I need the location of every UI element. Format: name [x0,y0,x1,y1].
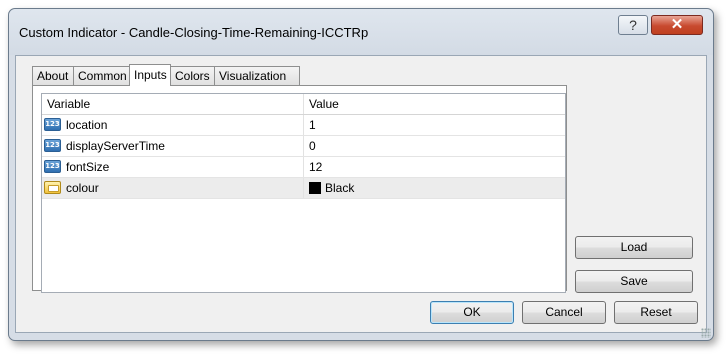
value-cell[interactable]: Black [304,178,565,198]
variable-value: 12 [309,160,323,174]
table-row[interactable]: colour Black [42,178,565,199]
column-header-variable[interactable]: Variable [42,94,304,114]
value-cell[interactable]: 0 [304,136,565,156]
color-swatch [309,182,321,194]
inputs-grid: Variable Value 123 location 1 123 displa… [41,93,566,293]
variable-cell: 123 fontSize [42,157,304,177]
variable-cell: 123 displayServerTime [42,136,304,156]
table-row[interactable]: 123 location 1 [42,115,565,136]
window-title: Custom Indicator - Candle-Closing-Time-R… [19,25,369,40]
variable-value: 1 [309,118,316,132]
variable-name: fontSize [66,160,110,174]
save-button[interactable]: Save [575,270,693,293]
tab-about[interactable]: About [32,66,74,85]
dialog-body: About Common Inputs Colors Visualization… [15,55,707,333]
variable-name: location [66,118,108,132]
variable-name: displayServerTime [66,139,165,153]
inputs-panel: Variable Value 123 location 1 123 displa… [32,85,567,293]
integer-type-icon: 123 [44,160,61,173]
resize-grip[interactable] [701,328,711,338]
color-type-icon [44,181,61,194]
table-row[interactable]: 123 fontSize 12 [42,157,565,178]
integer-type-icon: 123 [44,118,61,131]
title-bar[interactable]: Custom Indicator - Candle-Closing-Time-R… [9,9,713,55]
column-header-value[interactable]: Value [304,94,565,114]
help-button[interactable]: ? [618,15,648,35]
variable-cell: colour [42,178,304,198]
dialog-window: Custom Indicator - Candle-Closing-Time-R… [8,8,714,341]
help-icon: ? [629,17,637,33]
cancel-button[interactable]: Cancel [522,301,606,324]
variable-cell: 123 location [42,115,304,135]
value-cell[interactable]: 1 [304,115,565,135]
integer-type-icon: 123 [44,139,61,152]
variable-value: Black [325,181,355,195]
ok-button[interactable]: OK [430,301,514,324]
close-icon: ✕ [670,16,684,33]
table-row[interactable]: 123 displayServerTime 0 [42,136,565,157]
tab-common[interactable]: Common [73,66,130,85]
value-cell[interactable]: 12 [304,157,565,177]
load-button[interactable]: Load [575,236,693,259]
grid-header: Variable Value [42,94,565,115]
tab-colors[interactable]: Colors [170,66,215,85]
tab-inputs[interactable]: Inputs [129,64,171,86]
close-button[interactable]: ✕ [651,15,703,35]
reset-button[interactable]: Reset [614,301,698,324]
variable-name: colour [66,181,99,195]
tab-visualization[interactable]: Visualization [214,66,300,85]
variable-value: 0 [309,139,316,153]
